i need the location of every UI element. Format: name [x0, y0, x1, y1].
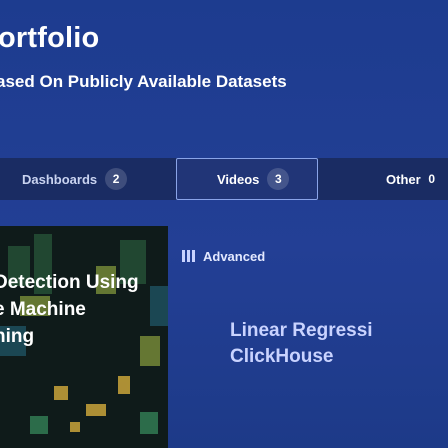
page-title: ortfolio [0, 22, 100, 54]
tab-dashboards[interactable]: Dashboards 2 [0, 158, 140, 200]
difficulty-level-icon [182, 250, 195, 262]
project-card-thumbnail[interactable]: Detection Using e Machine ning [0, 226, 168, 448]
tab-label: Videos [217, 171, 260, 187]
card-overlay-line-1: Detection Using [0, 272, 139, 293]
tab-label: Other [386, 171, 421, 187]
project-title[interactable]: Linear Regressi ClickHouse [230, 318, 373, 370]
project-title-line-1: Linear Regressi [230, 320, 373, 341]
tab-count-badge: 2 [105, 168, 128, 190]
card-overlay-line-3: ning [0, 326, 35, 347]
category-tabs: Dashboards 2 Videos 3 Other 0 [0, 158, 448, 200]
card-overlay-line-2: e Machine [0, 299, 86, 320]
tab-count-badge: 0 [428, 172, 436, 186]
tab-videos[interactable]: Videos 3 [176, 158, 318, 200]
tab-count-badge: 3 [267, 168, 290, 190]
difficulty-badge: Advanced [182, 244, 265, 268]
project-title-line-2: ClickHouse [230, 346, 334, 367]
difficulty-label: Advanced [203, 248, 266, 264]
tab-other[interactable]: Other 0 [356, 158, 448, 200]
page-subtitle: ased On Publicly Available Datasets [0, 72, 287, 91]
tab-label: Dashboards [22, 171, 98, 187]
project-card-details[interactable]: Advanced Linear Regressi ClickHouse [168, 226, 448, 448]
